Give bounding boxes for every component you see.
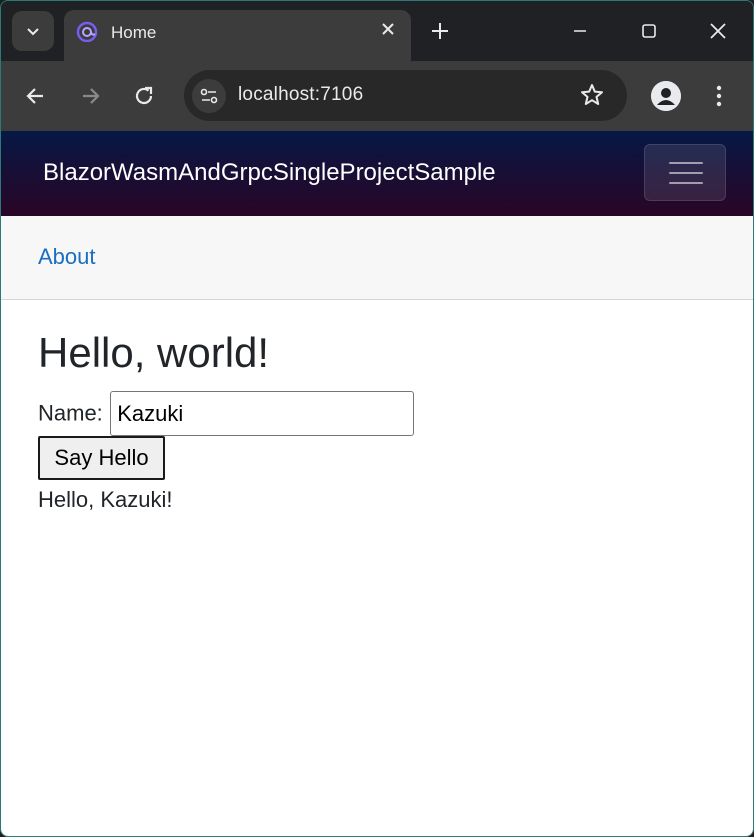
- back-arrow-icon[interactable]: [23, 83, 49, 109]
- close-icon[interactable]: [379, 20, 397, 38]
- tab-home[interactable]: Home: [64, 10, 411, 61]
- tab-search-icon: [27, 28, 39, 36]
- name-row: Name:: [38, 391, 415, 436]
- forward-arrow-icon[interactable]: [77, 83, 103, 109]
- page-title: Hello, world!: [38, 329, 270, 376]
- maximize-icon[interactable]: [637, 19, 661, 43]
- greeting-result: Hello, Kazuki!: [38, 487, 173, 512]
- tab-title: Home: [111, 23, 157, 42]
- site-settings-icon: [200, 88, 218, 104]
- window-close-icon[interactable]: [706, 19, 730, 43]
- browser-toolbar: localhost:7106: [1, 61, 753, 131]
- main-content: Hello, world! Name: Say Hello Hello, Kaz…: [38, 329, 415, 512]
- navbar-toggler-button[interactable]: [644, 144, 726, 201]
- profile-button[interactable]: [651, 81, 681, 111]
- reload-icon[interactable]: [131, 83, 157, 109]
- name-label: Name:: [38, 400, 103, 426]
- profile-icon: [651, 81, 681, 111]
- say-hello-button[interactable]: Say Hello: [38, 436, 165, 480]
- tab-strip: Home: [1, 1, 753, 61]
- page-viewport: BlazorWasmAndGrpcSingleProjectSample Abo…: [1, 131, 753, 836]
- more-vert-icon[interactable]: [709, 83, 729, 109]
- url-text[interactable]: localhost:7106: [238, 84, 363, 106]
- site-settings-button[interactable]: [192, 79, 226, 113]
- tab-search-button[interactable]: [12, 11, 54, 51]
- top-row: About: [1, 216, 753, 300]
- bookmark-star-icon[interactable]: [579, 82, 605, 108]
- about-link[interactable]: About: [38, 244, 96, 270]
- plus-icon[interactable]: [429, 20, 451, 42]
- blazor-favicon-icon: [76, 21, 98, 42]
- address-bar[interactable]: localhost:7106: [184, 70, 627, 121]
- minimize-icon[interactable]: [568, 19, 592, 43]
- name-input[interactable]: [110, 391, 415, 436]
- navbar-brand[interactable]: BlazorWasmAndGrpcSingleProjectSample: [43, 159, 496, 187]
- app-navbar: BlazorWasmAndGrpcSingleProjectSample: [1, 131, 753, 216]
- browser-window: Home localhost:7106 BlazorWasmAndGrpcSin…: [0, 0, 754, 837]
